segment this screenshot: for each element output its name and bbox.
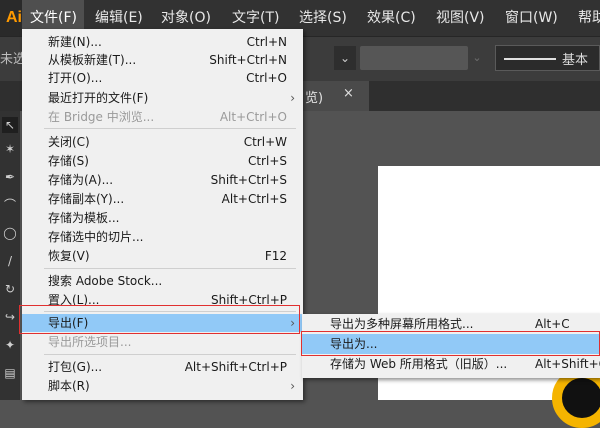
menu-window[interactable]: 窗口(W) <box>505 0 558 36</box>
menu-select[interactable]: 选择(S) <box>299 0 347 36</box>
menu-item-scripts[interactable]: 脚本(R) › <box>22 377 303 395</box>
export-highlight-outline <box>19 305 300 334</box>
menu-item-save-selected-slices[interactable]: 存储选中的切片... <box>22 228 303 246</box>
pencil-tool-icon[interactable]: / <box>2 253 18 269</box>
stroke-profile-label: 基本 <box>562 53 589 68</box>
graph-tool-icon[interactable]: ▤ <box>2 365 18 381</box>
menu-item-search-adobe-stock[interactable]: 搜索 Adobe Stock... <box>22 272 303 290</box>
app-logo: Ai <box>0 0 22 36</box>
pen-tool-icon[interactable]: ✒ <box>2 169 18 185</box>
menu-item-save-as-template[interactable]: 存储为模板... <box>22 209 303 227</box>
menu-item-recent-files[interactable]: 最近打开的文件(F) › <box>22 89 303 107</box>
submenu-item-save-for-web[interactable]: 存储为 Web 所用格式（旧版）... Alt+Shift+C <box>302 354 600 374</box>
magic-wand-icon[interactable]: ✶ <box>2 141 18 157</box>
menu-item-new-from-template[interactable]: 从模板新建(T)... Shift+Ctrl+N <box>22 51 303 69</box>
curvature-tool-icon[interactable]: ⌒ <box>2 197 18 213</box>
stroke-profile-select[interactable]: 基本 <box>495 45 600 71</box>
close-icon[interactable]: × <box>343 86 354 101</box>
menu-item-close[interactable]: 关闭(C) Ctrl+W <box>22 133 303 151</box>
menu-item-browse-in-bridge: 在 Bridge 中浏览... Alt+Ctrl+O <box>48 110 287 124</box>
chevron-right-icon: › <box>290 379 295 393</box>
menu-item-open[interactable]: 打开(O)... Ctrl+O <box>22 69 303 87</box>
menu-separator <box>44 354 296 355</box>
stroke-preview <box>504 58 556 60</box>
chevron-right-icon: › <box>290 91 295 105</box>
menu-item-save[interactable]: 存储(S) Ctrl+S <box>22 152 303 170</box>
ellipse-tool-icon[interactable]: ◯ <box>2 225 18 241</box>
menu-item-save-copy[interactable]: 存储副本(Y)... Alt+Ctrl+S <box>22 190 303 208</box>
file-menu: 新建(N)... Ctrl+N 从模板新建(T)... Shift+Ctrl+N 打… <box>22 29 303 400</box>
document-tab[interactable]: 览) × <box>299 81 369 111</box>
menu-view[interactable]: 视图(V) <box>436 0 485 36</box>
menu-separator <box>44 268 296 269</box>
menu-item-revert[interactable]: 恢复(V) F12 <box>22 247 303 265</box>
menu-item-new[interactable]: 新建(N)... Ctrl+N <box>22 33 303 51</box>
symbol-tool-icon[interactable]: ✦ <box>2 337 18 353</box>
control-field[interactable] <box>360 46 468 70</box>
chevron-down-icon[interactable]: ⌄ <box>334 46 356 70</box>
menu-effect[interactable]: 效果(C) <box>367 0 416 36</box>
menu-separator <box>44 128 296 129</box>
menu-item-package[interactable]: 打包(G)... Alt+Shift+Ctrl+P <box>22 358 303 376</box>
menu-item-save-as[interactable]: 存储为(A)... Shift+Ctrl+S <box>22 171 303 189</box>
tools-panel: ↖ ✶ ✒ ⌒ ◯ / ↻ ↪ ✦ ▤ <box>0 111 20 400</box>
chevron-down-icon[interactable]: ⌄ <box>468 46 486 70</box>
document-tab-title: 览) <box>305 91 324 106</box>
rotate-tool-icon[interactable]: ↻ <box>2 281 18 297</box>
menu-help[interactable]: 帮助 <box>578 0 600 36</box>
warp-tool-icon[interactable]: ↪ <box>2 309 18 325</box>
selection-tool-icon[interactable]: ↖ <box>2 117 18 133</box>
export-as-highlight-outline <box>301 331 600 356</box>
menu-item-export-selection: 导出所选项目... <box>48 335 132 349</box>
